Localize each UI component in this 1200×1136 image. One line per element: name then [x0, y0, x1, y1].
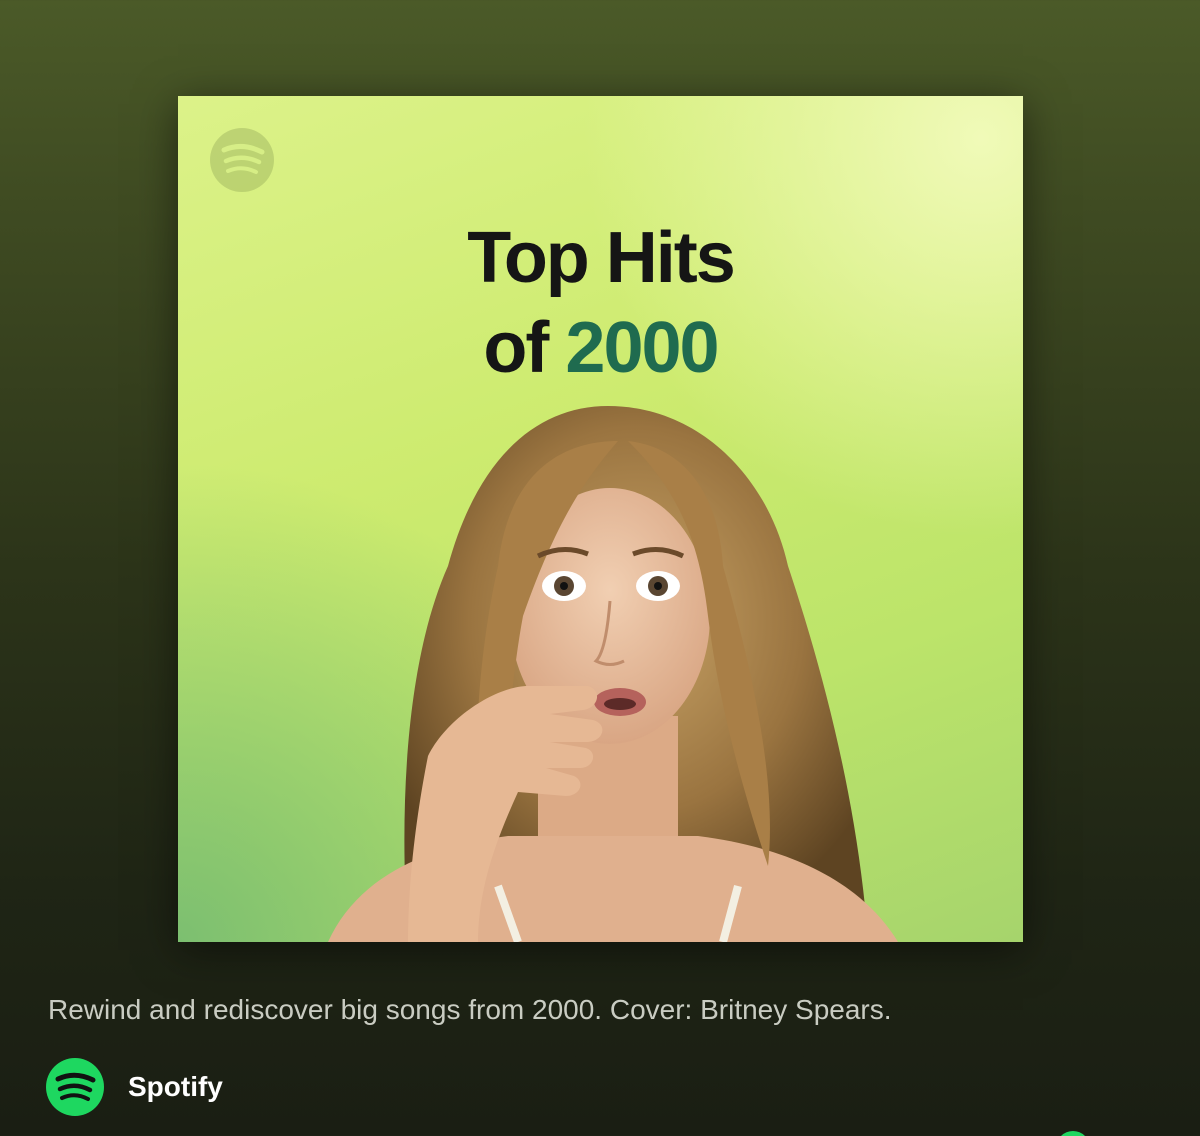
playlist-cover-image: Top Hits of 2000 [178, 96, 1023, 942]
spotify-logo-icon [46, 1058, 104, 1116]
play-button[interactable] [1056, 1131, 1090, 1136]
playlist-description: Rewind and rediscover big songs from 200… [48, 994, 892, 1025]
cover-title-of: of [483, 308, 549, 388]
owner-name-link[interactable]: Spotify [128, 1071, 223, 1103]
playlist-owner[interactable]: Spotify [46, 1058, 223, 1116]
cover-title-line1: Top Hits [467, 218, 736, 298]
spotify-logo-icon [210, 128, 274, 192]
cover-title-year: 2000 [565, 308, 719, 388]
cover-title-line2: of 2000 [178, 312, 1023, 384]
